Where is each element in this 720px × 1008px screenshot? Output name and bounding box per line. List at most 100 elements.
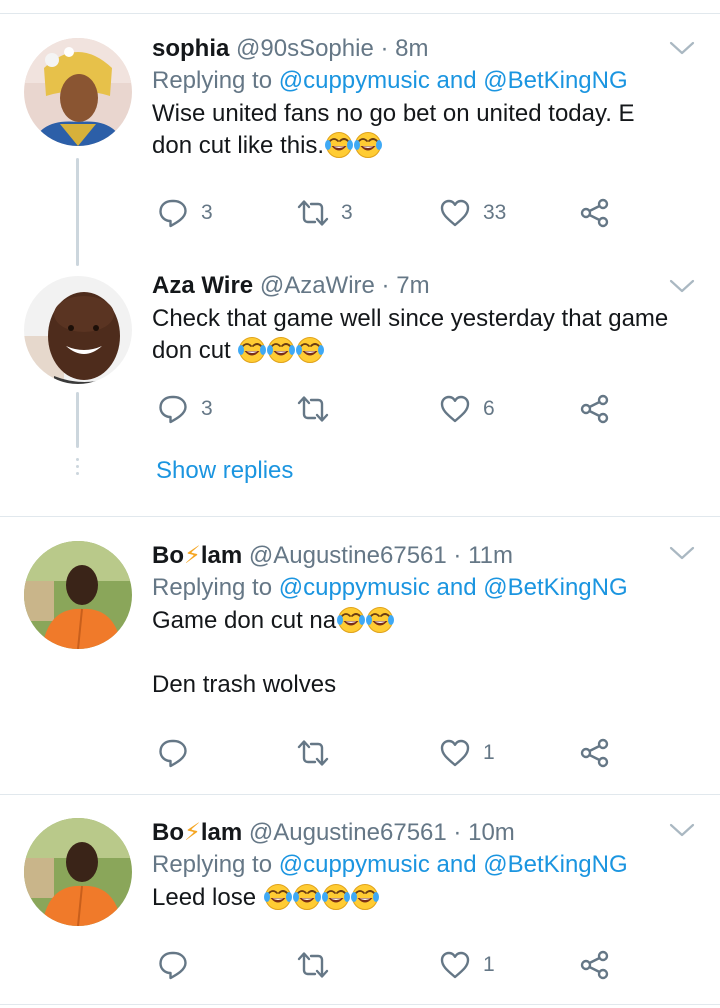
retweet-button[interactable] [297, 733, 341, 773]
bottom-divider [0, 1004, 720, 1005]
share-icon [579, 197, 611, 229]
like-count: 1 [483, 741, 495, 764]
face-with-tears-of-joy-emoji [295, 336, 325, 364]
mention-link[interactable]: @cuppymusic [279, 574, 430, 601]
tweet-text-line: don cut like this. [152, 130, 696, 162]
display-name[interactable]: Aza Wire [152, 272, 253, 299]
heart-icon [439, 393, 471, 425]
share-icon [579, 949, 611, 981]
avatar[interactable] [24, 541, 132, 649]
replying-to: Replying to @cuppymusic and @BetKingNG [152, 849, 696, 881]
timestamp[interactable]: 8m [395, 35, 428, 62]
like-button[interactable]: 6 [439, 389, 495, 429]
tweet-header: sophia @90sSophie · 8m [152, 33, 696, 65]
chevron-down-icon[interactable] [668, 820, 696, 840]
avatar[interactable] [24, 38, 132, 146]
replying-to: Replying to @cuppymusic and @BetKingNG [152, 65, 696, 97]
replying-to: Replying to @cuppymusic and @BetKingNG [152, 572, 696, 604]
separator: · [380, 35, 389, 62]
like-button[interactable]: 33 [439, 193, 506, 233]
tweet-header: Bo⚡lam @Augustine67561 · 11m [152, 540, 696, 572]
reply-button[interactable]: 3 [157, 389, 213, 429]
display-name[interactable]: sophia [152, 35, 229, 62]
mention-link[interactable]: @BetKingNG [483, 851, 627, 878]
tweet-actions: 1 [152, 733, 696, 773]
reply-button[interactable]: 3 [157, 193, 213, 233]
heart-icon [439, 949, 471, 981]
mention-join[interactable]: and [437, 851, 477, 878]
share-icon [579, 393, 611, 425]
face-with-tears-of-joy-emoji [353, 131, 383, 159]
mention-join[interactable]: and [437, 574, 477, 601]
reply-button[interactable] [157, 945, 201, 985]
separator: · [453, 819, 462, 846]
chevron-down-icon[interactable] [668, 38, 696, 58]
thread-line [76, 158, 79, 266]
timestamp[interactable]: 10m [468, 819, 515, 846]
chevron-down-icon[interactable] [668, 543, 696, 563]
tweet-text: Check that game well since yesterday tha… [152, 303, 696, 367]
like-count: 33 [483, 201, 507, 224]
share-button[interactable] [579, 193, 611, 233]
retweet-icon [297, 197, 329, 229]
retweet-button[interactable] [297, 389, 341, 429]
user-handle[interactable]: @Augustine67561 [249, 542, 447, 569]
reply-icon [157, 949, 189, 981]
face-with-tears-of-joy-emoji [266, 336, 296, 364]
avatar[interactable] [24, 818, 132, 926]
separator: · [381, 272, 390, 299]
mention-link[interactable]: @BetKingNG [483, 574, 627, 601]
display-name[interactable]: Bo⚡lam [152, 819, 242, 846]
tweet-text-line: don cut [152, 335, 696, 367]
face-with-tears-of-joy-emoji [324, 131, 354, 159]
share-button[interactable] [579, 389, 611, 429]
share-icon [579, 737, 611, 769]
reply-icon [157, 197, 189, 229]
replying-prefix: Replying to [152, 574, 273, 601]
retweet-button[interactable] [297, 945, 341, 985]
tweet-text: Game don cut na Den trash wolves [152, 605, 696, 701]
replying-prefix: Replying to [152, 67, 273, 94]
reply-icon [157, 393, 189, 425]
user-handle[interactable]: @Augustine67561 [249, 819, 447, 846]
show-replies-link[interactable]: Show replies [156, 455, 293, 487]
tweet-header: Aza Wire @AzaWire · 7m [152, 270, 696, 302]
face-with-tears-of-joy-emoji [292, 883, 322, 911]
user-handle[interactable]: @90sSophie [236, 35, 374, 62]
face-with-tears-of-joy-emoji [336, 606, 366, 634]
chevron-down-icon[interactable] [668, 276, 696, 296]
like-button[interactable]: 1 [439, 733, 495, 773]
tweet-divider [0, 794, 720, 795]
user-handle[interactable]: @AzaWire [260, 272, 375, 299]
share-button[interactable] [579, 945, 611, 985]
retweet-icon [297, 737, 329, 769]
avatar[interactable] [24, 276, 132, 384]
mention-join[interactable]: and [437, 67, 477, 94]
heart-icon [439, 737, 471, 769]
reply-button[interactable] [157, 733, 201, 773]
mention-link[interactable]: @cuppymusic [279, 67, 430, 94]
tweet-text-line: Wise united fans no go bet on united tod… [152, 100, 635, 127]
tweet-divider [0, 516, 720, 517]
display-name[interactable]: Bo⚡lam [152, 542, 242, 569]
like-button[interactable]: 1 [439, 945, 495, 985]
tweet-text-line: Den trash wolves [152, 671, 337, 698]
mention-link[interactable]: @BetKingNG [483, 67, 627, 94]
retweet-count: 3 [341, 201, 353, 224]
reply-count: 3 [201, 397, 213, 420]
top-divider [0, 13, 720, 14]
mention-link[interactable]: @cuppymusic [279, 851, 430, 878]
face-with-tears-of-joy-emoji [350, 883, 380, 911]
timestamp[interactable]: 11m [468, 542, 513, 569]
retweet-icon [297, 393, 329, 425]
retweet-button[interactable]: 3 [297, 193, 353, 233]
timestamp[interactable]: 7m [396, 272, 429, 299]
replying-prefix: Replying to [152, 851, 273, 878]
face-with-tears-of-joy-emoji [263, 883, 293, 911]
face-with-tears-of-joy-emoji [365, 606, 395, 634]
reply-count: 3 [201, 201, 213, 224]
reply-icon [157, 737, 189, 769]
tweet-text-line: Leed lose [152, 882, 696, 914]
share-button[interactable] [579, 733, 611, 773]
tweet-header: Bo⚡lam @Augustine67561 · 10m [152, 817, 696, 849]
